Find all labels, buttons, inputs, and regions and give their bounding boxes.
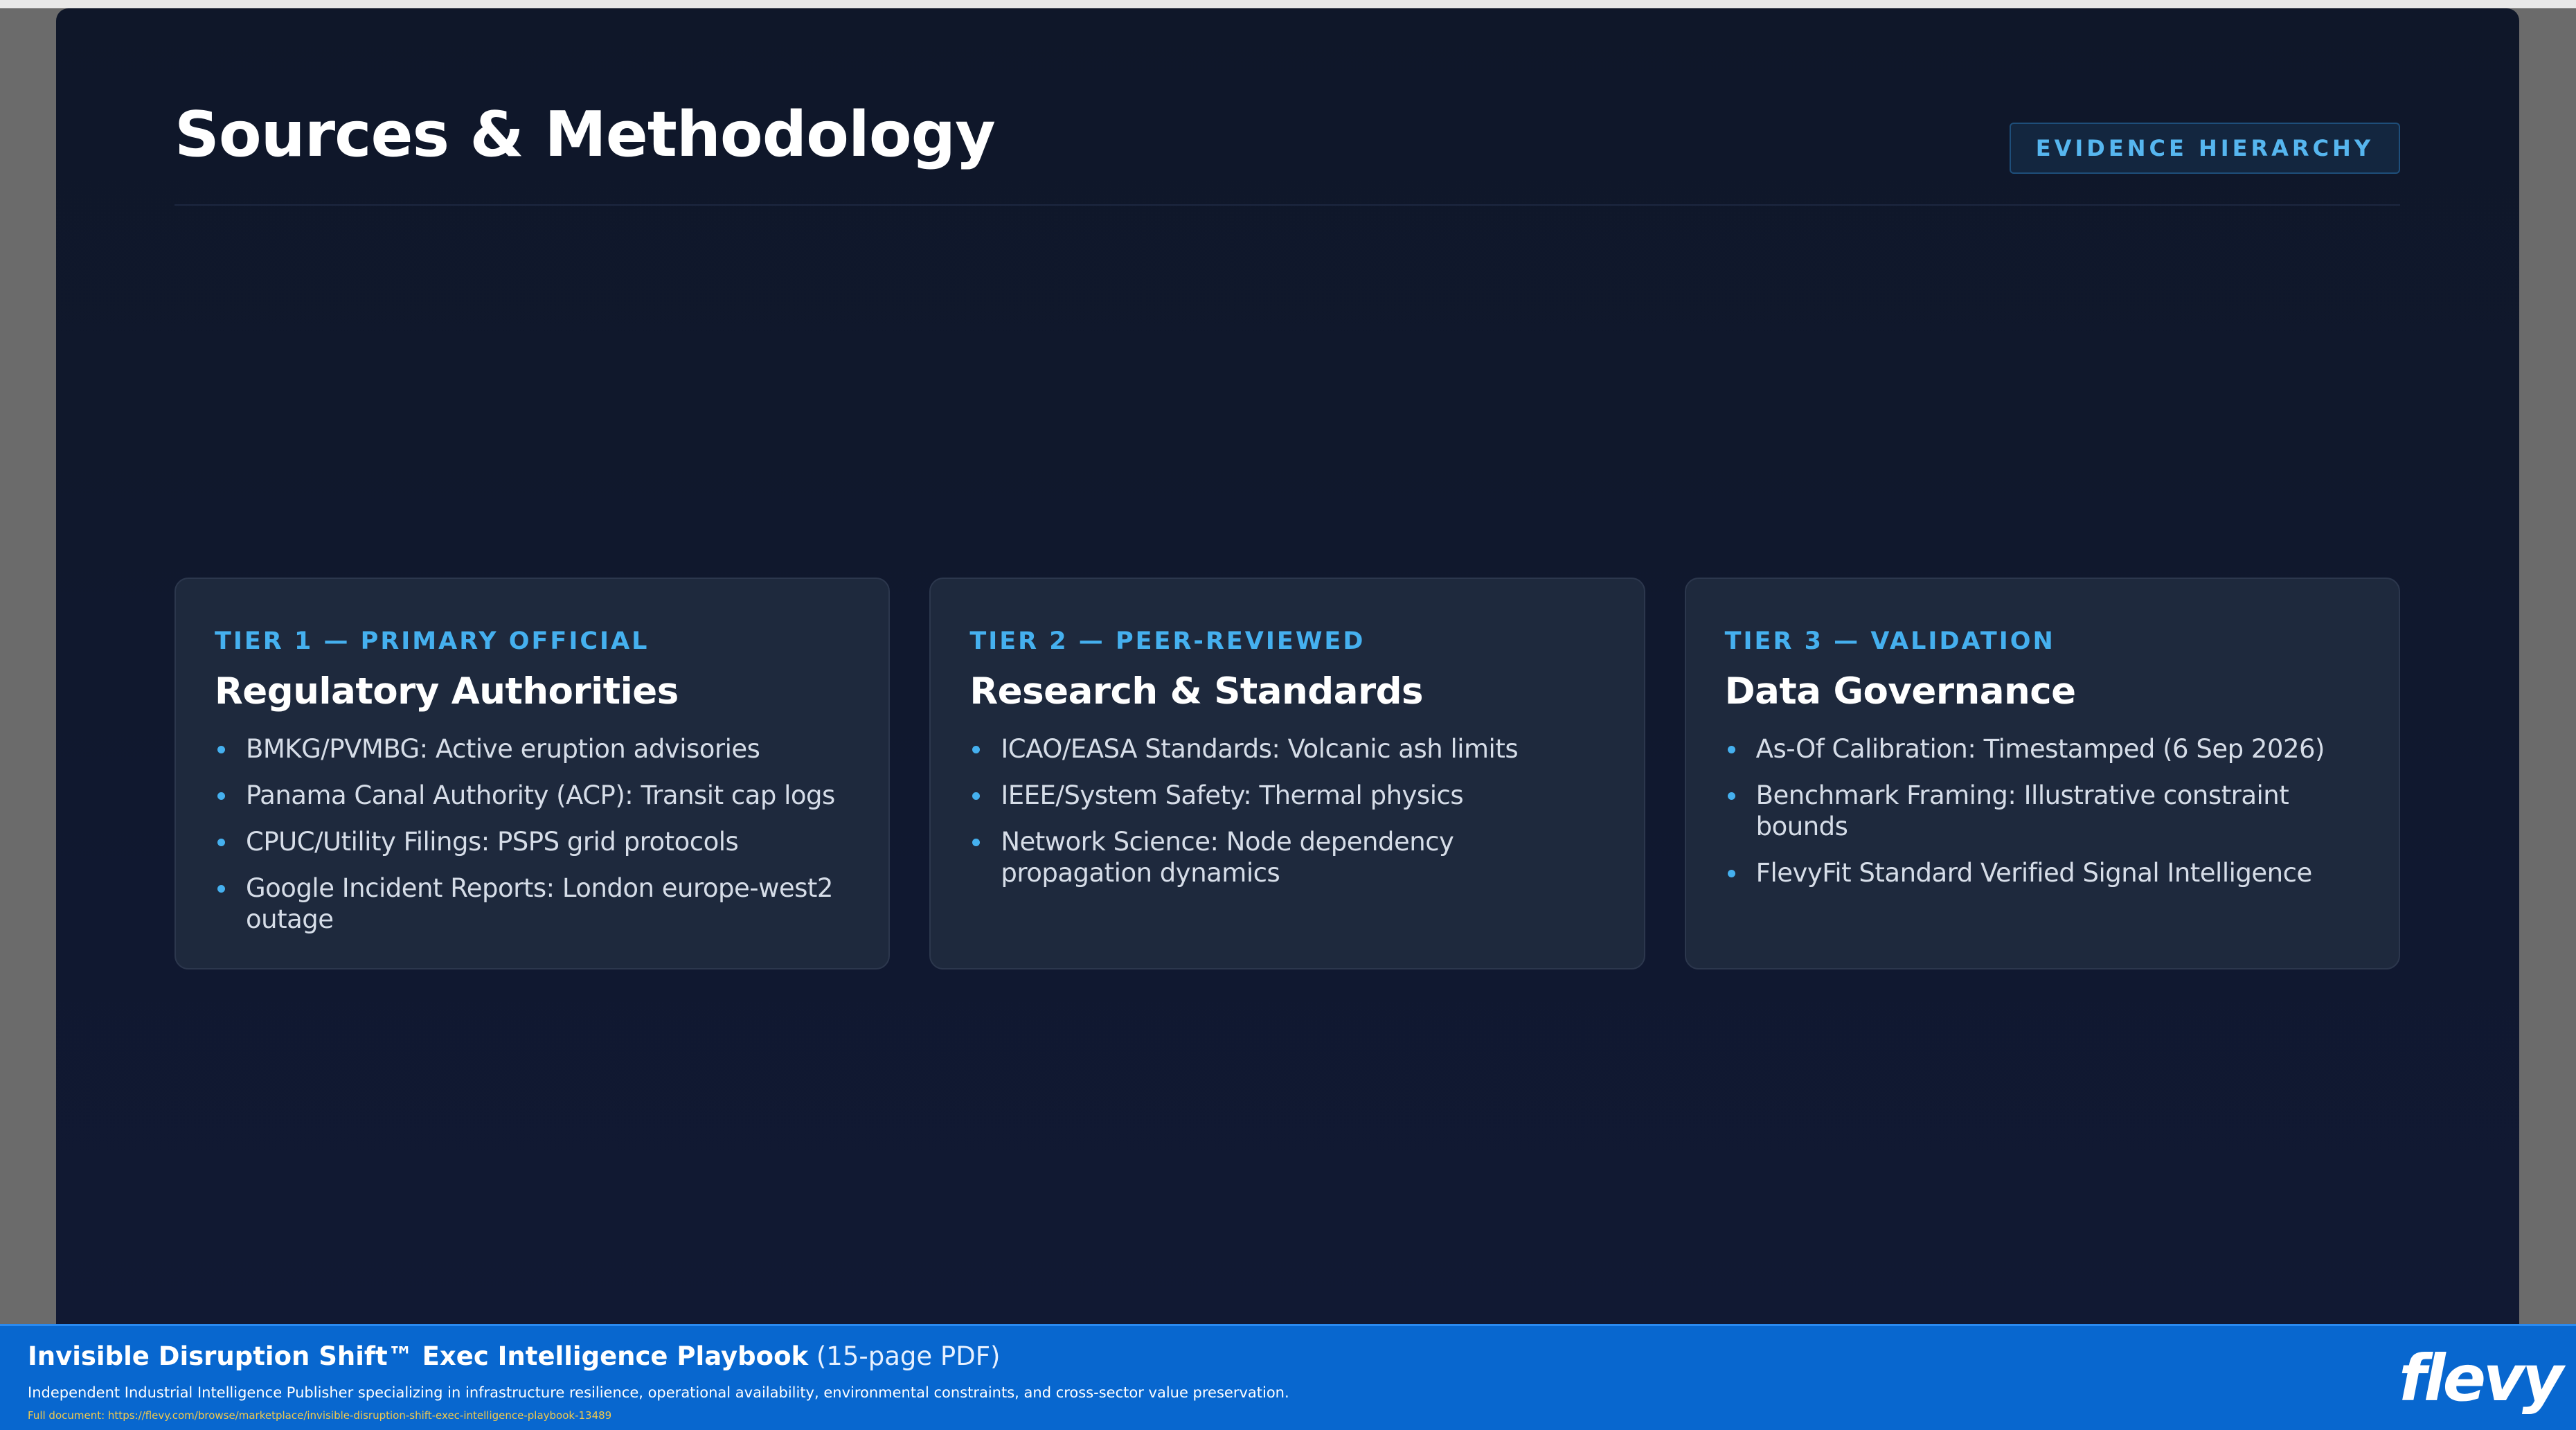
tier-cards: TIER 1 — PRIMARY OFFICIAL Regulatory Aut… (175, 578, 2400, 969)
bullet-icon (217, 885, 225, 893)
document-footer-banner: Invisible Disruption Shift™ Exec Intelli… (0, 1324, 2576, 1430)
document-page-count: (15-page PDF) (816, 1341, 1001, 1371)
list-item: FlevyFit Standard Verified Signal Intell… (1725, 857, 2360, 888)
tier-label: TIER 3 — VALIDATION (1724, 627, 2055, 655)
document-title: Invisible Disruption Shift™ Exec Intelli… (28, 1341, 809, 1371)
list-item-text: IEEE/System Safety: Thermal physics (1001, 780, 1464, 810)
flevy-logo: flevy (2399, 1341, 2564, 1415)
list-item-text: As-Of Calibration: Timestamped (6 Sep 20… (1755, 734, 2325, 764)
card-title: Data Governance (1724, 670, 2076, 713)
list-item: ICAO/EASA Standards: Volcanic ash limits (969, 733, 1604, 765)
publisher-description: Independent Industrial Intelligence Publ… (28, 1384, 1289, 1401)
list-item-text: Benchmark Framing: Illustrative constrai… (1755, 780, 2289, 841)
list-item-text: CPUC/Utility Filings: PSPS grid protocol… (246, 827, 739, 857)
source-list: As-Of Calibration: Timestamped (6 Sep 20… (1725, 733, 2360, 888)
list-item: Panama Canal Authority (ACP): Transit ca… (215, 780, 850, 811)
source-list: BMKG/PVMBG: Active eruption advisories P… (215, 733, 850, 935)
tier-card-3: TIER 3 — VALIDATION Data Governance As-O… (1684, 578, 2400, 969)
list-item: IEEE/System Safety: Thermal physics (969, 780, 1604, 811)
tier-card-1: TIER 1 — PRIMARY OFFICIAL Regulatory Aut… (175, 578, 891, 969)
tier-card-2: TIER 2 — PEER-REVIEWED Research & Standa… (929, 578, 1645, 969)
list-item-text: Panama Canal Authority (ACP): Transit ca… (246, 780, 835, 810)
title-divider (175, 204, 2400, 206)
bullet-icon (217, 839, 225, 846)
evidence-hierarchy-badge: EVIDENCE HIERARCHY (2009, 123, 2400, 174)
list-item: Network Science: Node dependency propaga… (969, 826, 1604, 888)
tier-label: TIER 2 — PEER-REVIEWED (969, 627, 1366, 655)
bullet-icon (217, 746, 225, 753)
list-item-text: Google Incident Reports: London europe-w… (246, 873, 833, 934)
slide: Sources & Methodology EVIDENCE HIERARCHY… (56, 8, 2519, 1324)
list-item: Benchmark Framing: Illustrative constrai… (1725, 780, 2360, 842)
document-link[interactable]: Full document: https://flevy.com/browse/… (28, 1409, 611, 1422)
bullet-icon (972, 746, 981, 753)
list-item: As-Of Calibration: Timestamped (6 Sep 20… (1725, 733, 2360, 765)
bullet-icon (1727, 792, 1735, 800)
list-item-text: ICAO/EASA Standards: Volcanic ash limits (1001, 734, 1519, 764)
list-item-text: BMKG/PVMBG: Active eruption advisories (246, 734, 760, 764)
footer-title: Invisible Disruption Shift™ Exec Intelli… (28, 1341, 1000, 1371)
window-top-strip (0, 0, 2576, 8)
source-list: ICAO/EASA Standards: Volcanic ash limits… (969, 733, 1604, 888)
card-title: Research & Standards (969, 670, 1424, 713)
list-item-text: FlevyFit Standard Verified Signal Intell… (1755, 858, 2313, 888)
bullet-icon (217, 792, 225, 800)
bullet-icon (1727, 746, 1735, 753)
list-item: Google Incident Reports: London europe-w… (215, 873, 850, 935)
tier-label: TIER 1 — PRIMARY OFFICIAL (215, 627, 650, 655)
list-item: BMKG/PVMBG: Active eruption advisories (215, 733, 850, 765)
bullet-icon (972, 839, 981, 846)
bullet-icon (972, 792, 981, 800)
list-item-text: Network Science: Node dependency propaga… (1001, 827, 1454, 888)
card-title: Regulatory Authorities (215, 670, 679, 713)
list-item: CPUC/Utility Filings: PSPS grid protocol… (215, 826, 850, 857)
bullet-icon (1727, 870, 1735, 877)
slide-title: Sources & Methodology (175, 98, 996, 171)
